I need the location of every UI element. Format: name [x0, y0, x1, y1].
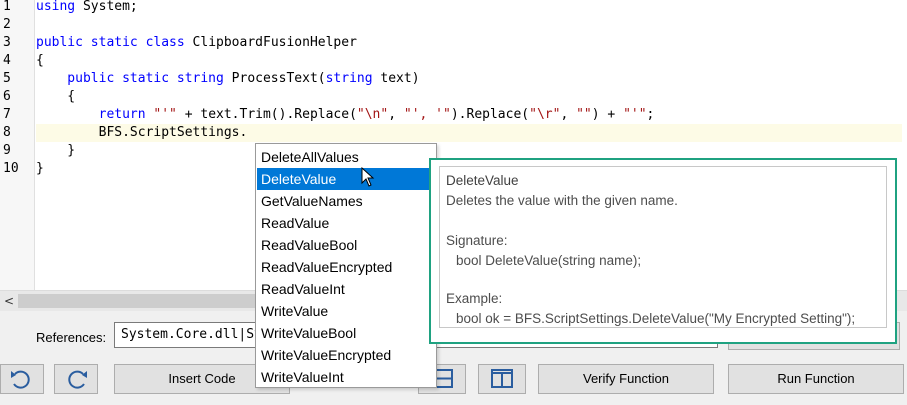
line-number: 6 — [3, 89, 11, 104]
code-token: "'" — [153, 107, 177, 122]
code-token: ) + — [591, 107, 624, 122]
code-token: , — [560, 107, 577, 122]
autocomplete-item[interactable]: ReadValueBool — [257, 234, 435, 256]
tooltip-example-label: Example: — [446, 291, 503, 306]
autocomplete-item[interactable]: DeleteAllValues — [257, 146, 435, 168]
code-token: { — [36, 53, 44, 68]
code-token: } — [36, 143, 76, 158]
layout-vertical-button[interactable] — [478, 364, 526, 394]
redo-icon — [68, 370, 87, 389]
redo-button[interactable] — [54, 364, 98, 394]
tooltip-signature-label: Signature: — [446, 233, 508, 248]
member-tooltip-highlight: DeleteValue Deletes the value with the g… — [429, 158, 897, 344]
code-line[interactable]: BFS.ScriptSettings. — [36, 124, 902, 142]
code-line[interactable]: { — [36, 88, 902, 106]
code-token: return — [36, 107, 154, 122]
line-number: 2 — [3, 17, 11, 32]
tooltip-example: bool ok = BFS.ScriptSettings.DeleteValue… — [456, 311, 856, 326]
code-token: "', '" — [403, 107, 451, 122]
autocomplete-item[interactable]: WriteValueBool — [257, 322, 435, 344]
tooltip-signature: bool DeleteValue(string name); — [456, 253, 642, 268]
autocomplete-item[interactable]: DeleteValue — [257, 168, 435, 190]
run-function-button[interactable]: Run Function — [728, 364, 904, 394]
code-token: ; — [646, 107, 655, 122]
autocomplete-item[interactable]: ReadValueInt — [257, 278, 435, 300]
references-label: References: — [36, 330, 107, 345]
member-tooltip: DeleteValue Deletes the value with the g… — [439, 166, 887, 328]
tooltip-description: Deletes the value with the given name. — [446, 193, 678, 208]
autocomplete-item[interactable]: WriteValueInt — [257, 366, 435, 388]
code-token: using — [36, 0, 83, 14]
autocomplete-list[interactable]: DeleteAllValues DeleteValue GetValueNames R… — [255, 143, 437, 388]
line-number: 1 — [3, 0, 11, 14]
code-token: + text.Trim().Replace( — [176, 107, 357, 122]
code-token: "\n" — [356, 107, 389, 122]
code-token: , — [388, 107, 404, 122]
autocomplete-item[interactable]: WriteValue — [257, 300, 435, 322]
line-number: 5 — [3, 71, 11, 86]
code-token: } — [36, 161, 44, 176]
code-line[interactable]: public static string ProcessText(string … — [36, 70, 902, 88]
code-token: public static string — [36, 71, 232, 86]
code-token: "\r" — [529, 107, 561, 122]
scroll-left-icon[interactable]: < — [2, 293, 16, 309]
undo-icon — [11, 370, 30, 389]
autocomplete-item[interactable]: ReadValueEncrypted — [257, 256, 435, 278]
line-number: 3 — [3, 35, 11, 50]
autocomplete-item[interactable]: GetValueNames — [257, 190, 435, 212]
split-vertical-icon — [491, 369, 513, 388]
code-line[interactable]: return "'" + text.Trim().Replace("\n", "… — [36, 106, 902, 124]
code-line[interactable] — [36, 16, 902, 34]
code-token: string — [325, 71, 373, 86]
autocomplete-item[interactable]: WriteValueEncrypted — [257, 344, 435, 366]
code-line[interactable]: using System; — [36, 0, 902, 16]
line-number: 8 — [3, 125, 11, 140]
code-token: { — [36, 89, 76, 104]
line-number: 9 — [3, 143, 11, 158]
code-token: ClipboardFusionHelper — [192, 35, 357, 50]
undo-button[interactable] — [0, 364, 44, 394]
line-number: 7 — [3, 107, 11, 122]
code-token: System; — [82, 0, 138, 14]
code-token: "'" — [623, 107, 647, 122]
mouse-pointer-icon — [361, 167, 375, 187]
code-token: public static class — [36, 35, 193, 50]
code-line[interactable]: public static class ClipboardFusionHelpe… — [36, 34, 902, 52]
line-number-gutter: 1 2 3 4 5 6 7 8 9 10 — [0, 0, 35, 290]
line-number: 10 — [3, 161, 19, 176]
autocomplete-item[interactable]: ReadValue — [257, 212, 435, 234]
code-token: ).Replace( — [450, 107, 530, 122]
code-token: ProcessText( — [231, 71, 326, 86]
code-token: "" — [576, 107, 592, 122]
code-line[interactable]: { — [36, 52, 902, 70]
code-token: BFS.ScriptSettings. — [36, 125, 248, 140]
verify-function-button[interactable]: Verify Function — [538, 364, 714, 394]
line-number: 4 — [3, 53, 11, 68]
tooltip-title: DeleteValue — [446, 173, 519, 188]
code-token: text) — [372, 71, 420, 86]
